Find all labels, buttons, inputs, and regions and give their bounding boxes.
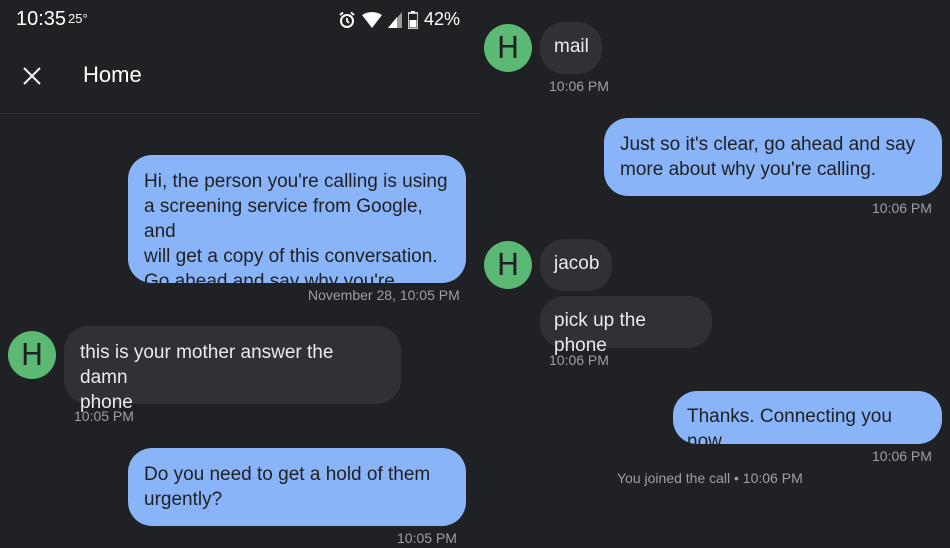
message-timestamp: 10:06 PM — [872, 200, 932, 216]
incoming-message-bubble: pick up the phone — [540, 296, 712, 356]
close-icon[interactable] — [20, 64, 44, 88]
message-timestamp: 10:05 PM — [74, 408, 134, 424]
wifi-icon — [361, 11, 382, 28]
alarm-icon — [339, 11, 355, 28]
caller-avatar: H — [484, 24, 532, 72]
call-joined-note: You joined the call • 10:06 PM — [617, 470, 803, 486]
outgoing-message-bubble: Do you need to get a hold of them urgent… — [128, 448, 466, 526]
caller-avatar: H — [8, 331, 56, 379]
incoming-message-bubble: jacob — [540, 239, 612, 291]
incoming-message-bubble: this is your mother answer the damn phon… — [64, 326, 401, 413]
outgoing-message-bubble: Hi, the person you're calling is using a… — [128, 155, 466, 317]
message-timestamp: 10:06 PM — [872, 448, 932, 464]
left-screen: 10:35 25° 42% Home Hi, the person you're… — [0, 0, 480, 548]
status-bar: 10:35 25° 42% — [0, 0, 480, 38]
message-timestamp: 10:06 PM — [549, 78, 609, 94]
app-bar: Home — [0, 38, 480, 114]
message-timestamp: 10:05 PM — [397, 530, 457, 546]
caller-avatar: H — [484, 241, 532, 289]
right-screen: H mail 10:06 PM Just so it's clear, go a… — [480, 0, 950, 548]
status-time: 10:35 — [16, 8, 67, 30]
message-timestamp: 10:06 PM — [549, 352, 609, 368]
battery-percent: 42% — [423, 9, 460, 29]
message-timestamp: November 28, 10:05 PM — [308, 287, 460, 303]
signal-icon — [387, 11, 402, 28]
status-icons: 42% — [338, 9, 460, 30]
outgoing-message-bubble: Thanks. Connecting you now. — [673, 391, 942, 452]
app-title: Home — [83, 62, 142, 87]
battery-icon — [407, 10, 418, 29]
status-temperature: 25° — [68, 11, 88, 26]
outgoing-message-bubble: Just so it's clear, go ahead and say mor… — [604, 118, 942, 196]
incoming-message-bubble: mail — [540, 22, 602, 74]
